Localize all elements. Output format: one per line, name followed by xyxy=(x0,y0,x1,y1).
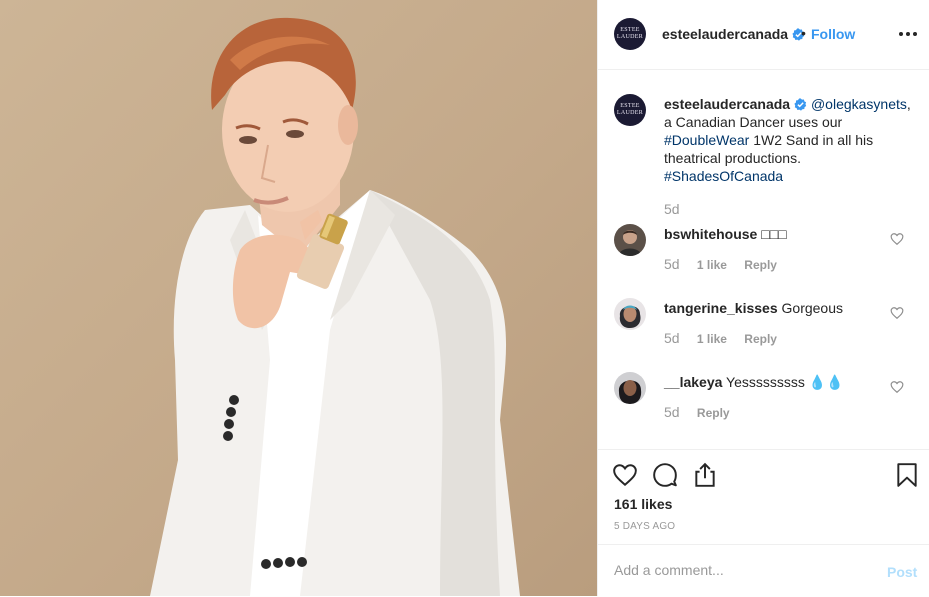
comment-icon[interactable] xyxy=(652,462,678,488)
account-username[interactable]: esteelaudercanada xyxy=(662,26,805,42)
caption-avatar-text-line-1: ESTEE xyxy=(620,103,640,109)
comment-text: __lakeya Yesssssssss 💧💧 xyxy=(664,374,844,391)
caption-timestamp[interactable]: 5d xyxy=(664,201,680,217)
account-username-text: esteelaudercanada xyxy=(662,26,789,42)
comment-likes[interactable]: 1 like xyxy=(697,332,727,346)
post-comment-button[interactable]: Post xyxy=(887,564,917,580)
caption-avatar[interactable]: ESTEE LAUDER xyxy=(614,94,646,126)
comment-text: tangerine_kisses Gorgeous xyxy=(664,300,843,316)
comment-likes[interactable]: 1 like xyxy=(697,258,727,272)
comment-time[interactable]: 5d xyxy=(664,330,680,346)
add-comment-input[interactable] xyxy=(614,562,874,578)
comment-item: tangerine_kisses Gorgeous 5d 1 like Repl… xyxy=(598,298,929,358)
comment-username[interactable]: bswhitehouse xyxy=(664,226,757,242)
post-side-panel: ESTEE LAUDER esteelaudercanada • Follow … xyxy=(597,0,929,596)
comment-meta: 5d Reply xyxy=(664,404,744,420)
comment-reply-button[interactable]: Reply xyxy=(744,332,777,346)
caption-verified-badge-icon xyxy=(794,98,807,111)
comment-heart-icon[interactable] xyxy=(890,232,904,246)
comment-heart-icon[interactable] xyxy=(890,380,904,394)
bookmark-icon[interactable] xyxy=(894,462,920,488)
comment-username[interactable]: __lakeya xyxy=(664,374,722,390)
post-actions: 161 likes 5 DAYS AGO Post xyxy=(598,449,929,596)
comment-item: __lakeya Yesssssssss 💧💧 5d Reply xyxy=(598,372,929,432)
comment-text: bswhitehouse □□□ xyxy=(664,226,787,242)
comment-username[interactable]: tangerine_kisses xyxy=(664,300,778,316)
comment-body: Yesssssssss 💧💧 xyxy=(726,374,844,390)
post-header: ESTEE LAUDER esteelaudercanada • Follow xyxy=(598,0,929,70)
follow-button[interactable]: Follow xyxy=(811,26,855,42)
avatar-text-line-1: ESTEE xyxy=(620,27,640,33)
hashtag-doublewear-link[interactable]: #DoubleWear xyxy=(664,132,749,148)
post-timestamp[interactable]: 5 DAYS AGO xyxy=(614,521,675,532)
commenter-avatar[interactable] xyxy=(614,298,646,330)
post-photo[interactable] xyxy=(0,0,597,596)
post-caption: esteelaudercanada @olegkasynets, a Canad… xyxy=(664,95,914,185)
commenter-avatar[interactable] xyxy=(614,224,646,256)
comment-reply-button[interactable]: Reply xyxy=(744,258,777,272)
add-comment-bar: Post xyxy=(598,544,929,597)
comment-time[interactable]: 5d xyxy=(664,404,680,420)
avatar-text-line-2: LAUDER xyxy=(616,34,644,40)
post-photo-illustration xyxy=(150,17,520,596)
comment-meta: 5d 1 like Reply xyxy=(664,330,791,346)
comment-item: bswhitehouse □□□ 5d 1 like Reply xyxy=(598,224,929,284)
comment-body: Gorgeous xyxy=(781,300,843,316)
caption-mention-link[interactable]: @olegkasynets xyxy=(811,96,907,112)
comment-reply-button[interactable]: Reply xyxy=(697,406,730,420)
caption-avatar-text-line-2: LAUDER xyxy=(616,110,644,116)
commenter-avatar[interactable] xyxy=(614,372,646,404)
comments-list[interactable]: ESTEE LAUDER esteelaudercanada @olegkasy… xyxy=(598,71,929,449)
heart-icon[interactable] xyxy=(612,462,638,488)
header-separator: • xyxy=(801,25,806,41)
share-icon[interactable] xyxy=(692,462,718,488)
hashtag-shadesofcanada-link[interactable]: #ShadesOfCanada xyxy=(664,168,783,184)
caption-username[interactable]: esteelaudercanada xyxy=(664,96,790,112)
likes-count[interactable]: 161 likes xyxy=(614,496,672,512)
more-dots-icon[interactable] xyxy=(896,24,920,44)
account-avatar[interactable]: ESTEE LAUDER xyxy=(614,18,646,50)
comment-time[interactable]: 5d xyxy=(664,256,680,272)
comment-body: □□□ xyxy=(761,226,787,242)
comment-meta: 5d 1 like Reply xyxy=(664,256,791,272)
comment-heart-icon[interactable] xyxy=(890,306,904,320)
